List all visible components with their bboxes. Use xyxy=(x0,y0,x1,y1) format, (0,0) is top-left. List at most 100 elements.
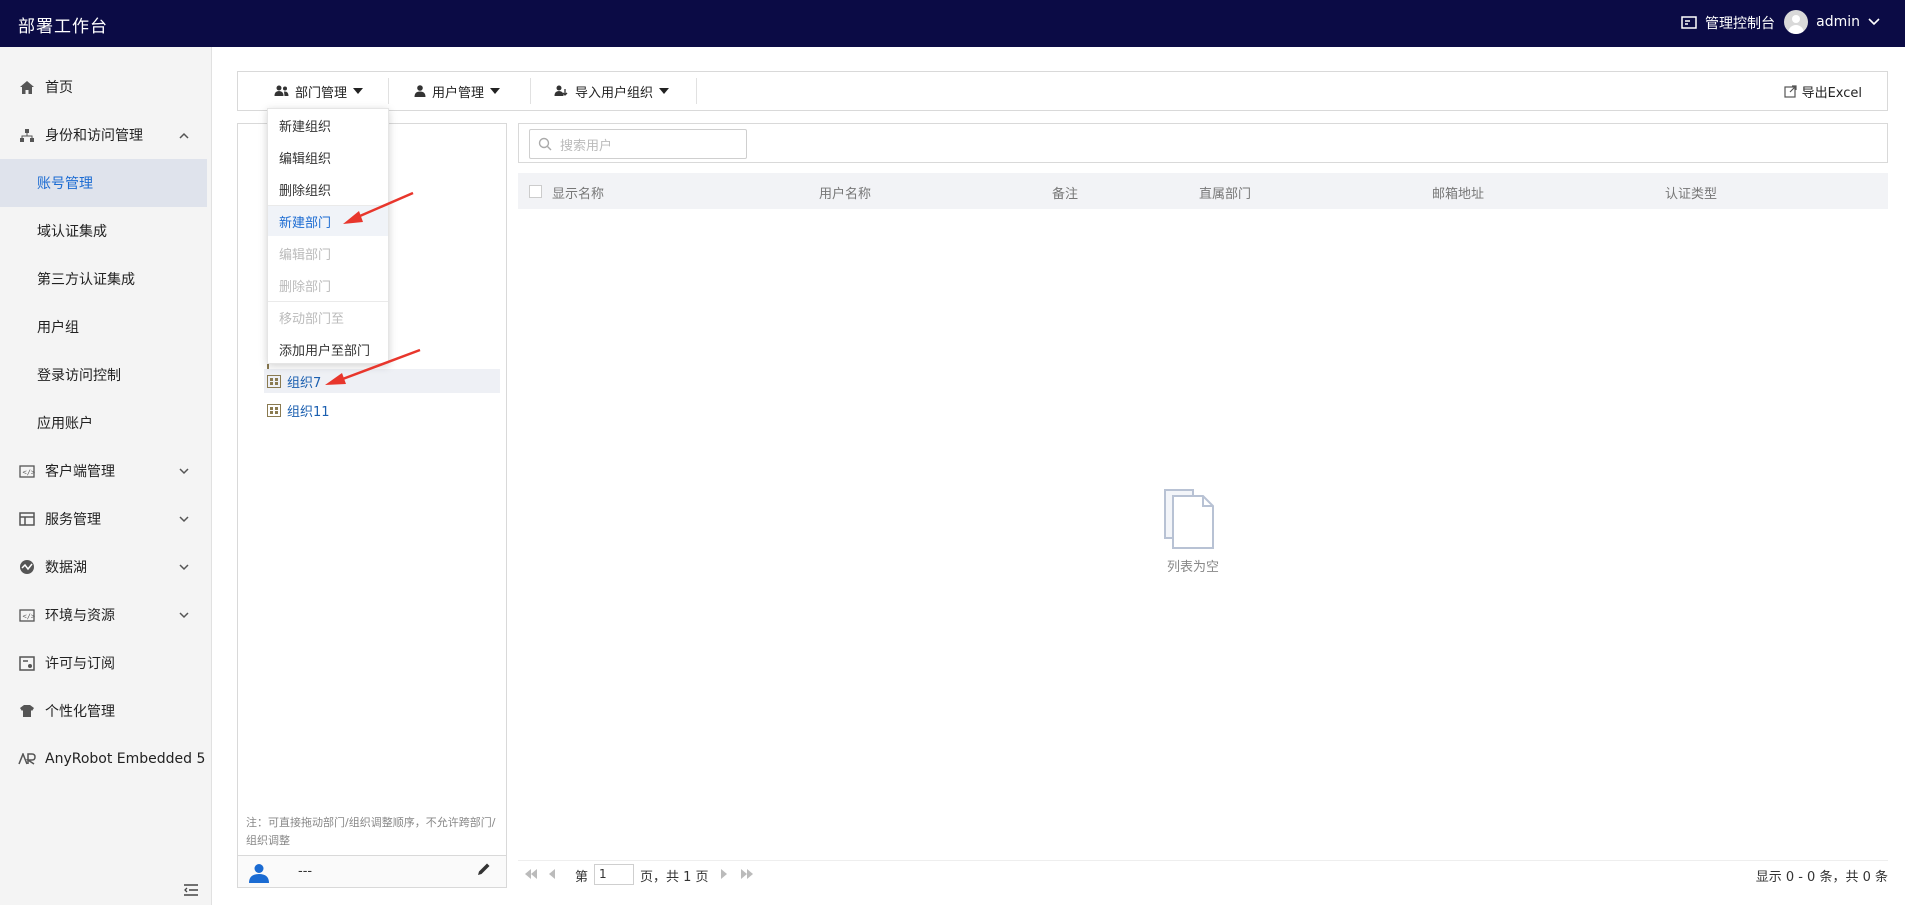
chevron-down-icon xyxy=(179,465,189,478)
chevron-down-icon xyxy=(179,513,189,526)
export-excel-button[interactable]: 导出Excel xyxy=(1783,72,1862,110)
tree-footer: --- xyxy=(238,855,506,887)
sidebar-sub-label: 第三方认证集成 xyxy=(37,272,135,288)
prev-page-icon[interactable] xyxy=(548,868,556,883)
sidebar-sub-label: 用户组 xyxy=(37,320,79,336)
menu-item-delete-dept[interactable]: 删除部门 xyxy=(268,270,388,300)
sidebar-item-label: 个性化管理 xyxy=(45,704,115,720)
column-header[interactable]: 备注 xyxy=(1052,183,1078,202)
sidebar-item-environment[interactable]: </> 环境与资源 xyxy=(0,591,207,639)
tree-item-org11[interactable]: 组织11 xyxy=(267,398,330,422)
anyrobot-icon xyxy=(18,750,36,768)
sidebar-item-iam[interactable]: 身份和访问管理 xyxy=(0,111,207,159)
pagination: 第 1 页，共 1 页 显示 0 - 0 条，共 0 条 xyxy=(518,860,1888,888)
code-icon: </> xyxy=(18,462,36,480)
page-number-input[interactable]: 1 xyxy=(594,864,634,885)
sidebar-item-datalake[interactable]: 数据湖 xyxy=(0,543,207,591)
tree-item-label: 组织7 xyxy=(287,375,322,391)
annotation-arrow xyxy=(325,348,421,385)
sidebar-sub-third-party-auth[interactable]: 第三方认证集成 xyxy=(0,255,207,303)
annotation-arrow xyxy=(343,191,414,224)
user-icon xyxy=(414,85,426,97)
column-header[interactable]: 邮箱地址 xyxy=(1432,183,1484,202)
sidebar-item-service[interactable]: 服务管理 xyxy=(0,495,207,543)
chevron-down-icon xyxy=(1868,18,1880,26)
avatar xyxy=(1784,10,1809,34)
export-icon xyxy=(1783,84,1797,98)
sidebar-sub-login-control[interactable]: 登录访问控制 xyxy=(0,351,207,399)
sidebar-item-client[interactable]: </> 客户端管理 xyxy=(0,447,207,495)
sidebar-sub-label: 登录访问控制 xyxy=(37,368,121,384)
menu-item-edit-dept[interactable]: 编辑部门 xyxy=(268,238,388,268)
sidebar: 首页 身份和访问管理 账号管理 域认证集成 第三方认证集成 用户组 登录访问控制… xyxy=(0,47,212,905)
user-management-label: 用户管理 xyxy=(432,85,485,101)
column-header[interactable]: 用户名称 xyxy=(819,183,871,202)
page-total: 页，共 1 页 xyxy=(640,870,709,885)
search-placeholder: 搜索用户 xyxy=(560,138,613,154)
sidebar-item-label: 环境与资源 xyxy=(45,608,115,624)
table-header: 显示名称 用户名称 备注 直属部门 邮箱地址 认证类型 xyxy=(518,173,1888,209)
search-input[interactable]: 搜索用户 xyxy=(529,129,747,159)
sidebar-item-license[interactable]: 许可与订阅 xyxy=(0,639,207,687)
datalake-icon xyxy=(18,558,36,576)
sidebar-sub-label: 应用账户 xyxy=(37,416,93,432)
page-prefix: 第 xyxy=(575,870,589,885)
next-page-icon[interactable] xyxy=(720,868,728,883)
last-page-icon[interactable] xyxy=(740,868,754,883)
divider xyxy=(388,78,389,104)
column-header[interactable]: 认证类型 xyxy=(1665,183,1717,202)
edit-icon[interactable] xyxy=(476,862,491,881)
user-menu[interactable]: admin xyxy=(1784,10,1880,34)
sidebar-item-label: 数据湖 xyxy=(45,560,87,576)
console-link[interactable]: 管理控制台 xyxy=(1681,13,1775,33)
console-label: 管理控制台 xyxy=(1705,16,1775,32)
app-title: 部署工作台 xyxy=(18,17,108,37)
first-page-icon[interactable] xyxy=(524,868,538,883)
sidebar-item-label: 身份和访问管理 xyxy=(45,128,143,144)
sidebar-sub-domain-auth[interactable]: 域认证集成 xyxy=(0,207,207,255)
sidebar-item-label: 客户端管理 xyxy=(45,464,115,480)
sidebar-item-label: 首页 xyxy=(45,80,73,96)
empty-label: 列表为空 xyxy=(1166,560,1219,575)
sidebar-sub-account[interactable]: 账号管理 xyxy=(0,159,207,207)
chevron-down-icon xyxy=(179,609,189,622)
username: admin xyxy=(1816,14,1860,30)
caret-down-icon xyxy=(490,88,501,94)
divider xyxy=(696,78,697,104)
sidebar-sub-label: 域认证集成 xyxy=(37,224,107,240)
sidebar-sub-app-account[interactable]: 应用账户 xyxy=(0,399,207,447)
sidebar-sub-user-group[interactable]: 用户组 xyxy=(0,303,207,351)
column-header[interactable]: 显示名称 xyxy=(552,183,604,202)
dept-management-label: 部门管理 xyxy=(295,85,348,101)
sidebar-item-home[interactable]: 首页 xyxy=(0,63,207,111)
chevron-down-icon xyxy=(179,561,189,574)
collapse-sidebar-icon[interactable] xyxy=(183,882,199,901)
import-menu[interactable]: 导入用户组织 xyxy=(554,72,670,110)
divider xyxy=(530,78,531,104)
dept-management-menu[interactable]: 部门管理 xyxy=(274,72,364,110)
export-label: 导出Excel xyxy=(1801,85,1862,101)
sidebar-item-anyrobot[interactable]: AnyRobot Embedded 5 xyxy=(0,735,207,783)
building-icon xyxy=(267,374,281,388)
building-icon xyxy=(267,403,281,417)
column-header[interactable]: 直属部门 xyxy=(1199,183,1251,202)
console-icon xyxy=(1681,16,1697,29)
record-summary: 显示 0 - 0 条，共 0 条 xyxy=(1755,870,1888,885)
top-bar: 部署工作台 管理控制台 admin xyxy=(0,0,1905,47)
caret-down-icon xyxy=(659,88,670,94)
empty-state: 列表为空 xyxy=(1138,488,1248,575)
menu-item-new-org[interactable]: 新建组织 xyxy=(268,110,388,140)
caret-down-icon xyxy=(353,88,364,94)
sidebar-item-personalize[interactable]: 个性化管理 xyxy=(0,687,207,735)
sidebar-item-label: 许可与订阅 xyxy=(45,656,115,672)
menu-item-edit-org[interactable]: 编辑组织 xyxy=(268,142,388,172)
toolbar: 部门管理 用户管理 导入用户组织 导出Excel xyxy=(237,71,1888,111)
menu-item-move-dept[interactable]: 移动部门至 xyxy=(268,302,388,332)
search-bar: 搜索用户 xyxy=(518,123,1888,163)
users-icon xyxy=(274,85,289,96)
select-all-checkbox[interactable] xyxy=(529,185,542,198)
org-tree-icon xyxy=(18,126,36,144)
user-management-menu[interactable]: 用户管理 xyxy=(414,72,501,110)
search-icon xyxy=(538,137,552,151)
import-label: 导入用户组织 xyxy=(575,85,654,101)
